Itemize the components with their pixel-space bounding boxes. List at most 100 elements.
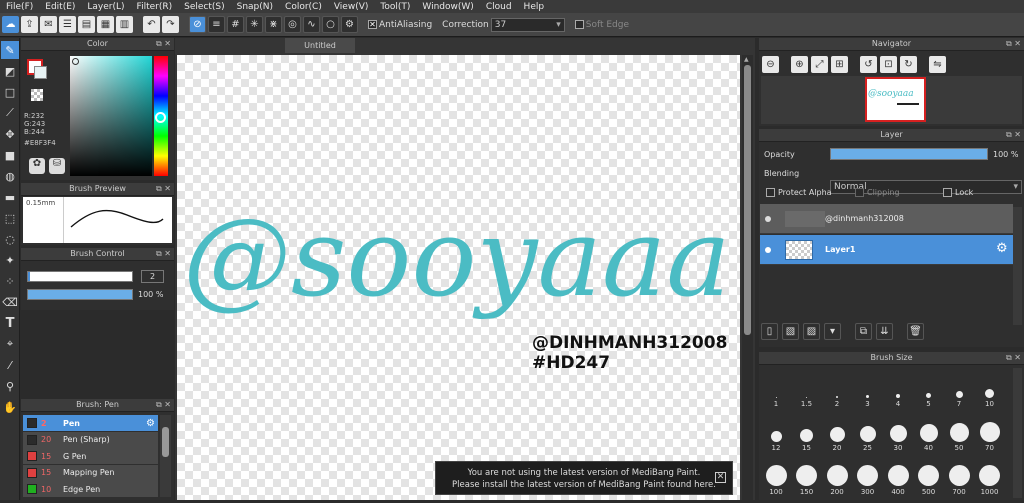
protect-alpha-checkbox[interactable] [766,188,775,197]
zoom-in-icon[interactable]: ⊕ [791,56,808,73]
zoom-out-icon[interactable]: ⊖ [762,56,779,73]
brush-size-option[interactable]: 10 [975,368,1005,408]
snap-circle-icon[interactable]: ◎ [284,16,301,33]
panel-float-close-icon[interactable]: ⧉ ✕ [1006,129,1021,141]
brush-size-option[interactable]: 5 [914,368,944,408]
panel-float-close-icon[interactable]: ⧉ ✕ [156,183,171,195]
menu-edit[interactable]: Edit(E) [39,2,81,12]
move-tool-icon[interactable]: ✥ [1,125,19,143]
brush-size-option[interactable]: 400 [883,456,913,496]
new-layer-icon[interactable]: ▯ [761,323,778,340]
hue-slider[interactable] [154,56,168,176]
operation-tool-icon[interactable]: ⌖ [1,335,19,353]
brush-size-scrollbar[interactable] [1013,368,1022,498]
brush-size-option[interactable]: 100 [761,456,791,496]
snap-grid-icon[interactable]: # [227,16,244,33]
merge-layer-icon[interactable]: ⇊ [876,323,893,340]
canvas-scroll-thumb[interactable] [744,65,751,335]
brush-size-option[interactable]: 15 [792,412,822,452]
update-notice[interactable]: You are not using the latest version of … [435,461,733,495]
brush-opacity-slider[interactable] [27,289,133,300]
document-tab[interactable]: Untitled [285,38,355,53]
select-pen-tool-icon[interactable]: ⁘ [1,272,19,290]
eyedropper-tool-icon[interactable]: ⚲ [1,377,19,395]
close-icon[interactable]: ✕ [715,472,726,483]
comment-icon[interactable]: ✉ [40,16,57,33]
layer-settings-icon[interactable]: ⚙ [996,241,1008,256]
gradient-tool-icon[interactable]: ▬ [1,188,19,206]
snap-parallel-icon[interactable]: ≡ [208,16,225,33]
brush-size-option[interactable]: 12 [761,412,791,452]
cloud-icon[interactable]: ☁ [2,16,19,33]
secondary-color-swatch[interactable] [34,66,47,79]
menu-view[interactable]: View(V) [328,2,375,12]
rotate-right-icon[interactable]: ↻ [900,56,917,73]
brush-size-option[interactable]: 300 [853,456,883,496]
visibility-icon[interactable] [765,247,771,253]
undo-icon[interactable]: ↶ [143,16,160,33]
brush-size-option[interactable]: 500 [914,456,944,496]
flip-horizontal-icon[interactable]: ⇋ [929,56,946,73]
fill-rect-tool-icon[interactable]: ■ [1,146,19,164]
brush-size-option[interactable]: 70 [975,412,1005,452]
menu-snap[interactable]: Snap(N) [231,2,279,12]
snap-ellipse-icon[interactable]: ○ [322,16,339,33]
menu-help[interactable]: Help [518,2,551,12]
brush-size-option[interactable]: 4 [883,368,913,408]
brush-size-option[interactable]: 25 [853,412,883,452]
brush-size-option[interactable]: 2 [822,368,852,408]
panel-float-close-icon[interactable]: ⧉ ✕ [1006,352,1021,364]
brush-size-option[interactable]: 40 [914,412,944,452]
transparent-color-swatch[interactable] [31,89,43,101]
snap-radial-icon[interactable]: ✳ [246,16,263,33]
actual-size-icon[interactable]: ⊞ [831,56,848,73]
hue-slider-handle[interactable] [155,112,166,123]
brush-size-option[interactable]: 1000 [975,456,1005,496]
brush-settings-icon[interactable]: ⚙ [146,418,155,429]
brush-size-option[interactable]: 30 [883,412,913,452]
eraser-tool-icon[interactable]: ◩ [1,62,19,80]
brush-list-item[interactable]: 10 Edge Pen [23,481,158,497]
menu-filter[interactable]: Filter(R) [131,2,179,12]
drawing-canvas[interactable]: @sooyaaa @DINHMANH312008 #HD247 [177,55,740,500]
soft-edge-checkbox[interactable] [574,20,584,29]
menu-tool[interactable]: Tool(T) [374,2,416,12]
brush-size-option[interactable]: 20 [822,412,852,452]
layer-list-scrollbar[interactable] [1013,207,1022,325]
redo-icon[interactable]: ↷ [162,16,179,33]
brush-list-item[interactable]: 20 Pen (Sharp) [23,431,158,448]
lasso-tool-icon[interactable]: ◌ [1,230,19,248]
correction-select[interactable]: 37 [490,17,565,32]
snap-curve-icon[interactable]: ∿ [303,16,320,33]
canvas-vertical-scrollbar[interactable]: ▲ [742,55,753,500]
brush-list-scrollbar[interactable] [160,415,171,497]
visibility-icon[interactable] [765,216,771,222]
divide-tool-icon[interactable]: ⁄ [1,356,19,374]
color-history-icon[interactable]: ⛁ [49,158,65,174]
delete-layer-icon[interactable]: 🗑 [907,323,924,340]
brush-list-scroll-thumb[interactable] [162,427,169,457]
rectangle-tool-icon[interactable]: □ [1,83,19,101]
brush-list-item[interactable]: 15 Mapping Pen [23,464,158,481]
brush-size-option[interactable]: 200 [822,456,852,496]
brush-size-option[interactable]: 3 [853,368,883,408]
brush-size-value[interactable]: 2 [141,270,164,283]
layer-row-selected[interactable]: Layer1 ⚙ [760,235,1013,265]
brush-list-item[interactable]: 2 Pen ⚙ [23,415,158,431]
brush-list-item[interactable]: 15 G Pen [23,448,158,464]
list-icon[interactable]: ☰ [59,16,76,33]
new-halftone-layer-icon[interactable]: ▧ [782,323,799,340]
brush-size-option[interactable]: 1.5 [792,368,822,408]
menu-window[interactable]: Window(W) [416,2,479,12]
document-icon[interactable]: ▤ [78,16,95,33]
antialiasing-checkbox[interactable]: ✕ [368,20,377,29]
menu-color[interactable]: Color(C) [279,2,328,12]
brush-size-slider[interactable] [27,271,133,282]
brush-size-option[interactable]: 50 [944,412,974,452]
snap-off-icon[interactable]: ⊘ [189,16,206,33]
clipping-checkbox[interactable] [855,188,864,197]
brush-tool-icon[interactable]: ✎ [1,41,19,59]
bucket-tool-icon[interactable]: ◍ [1,167,19,185]
saturation-value-picker[interactable] [70,56,152,176]
rotate-reset-icon[interactable]: ⊡ [880,56,897,73]
